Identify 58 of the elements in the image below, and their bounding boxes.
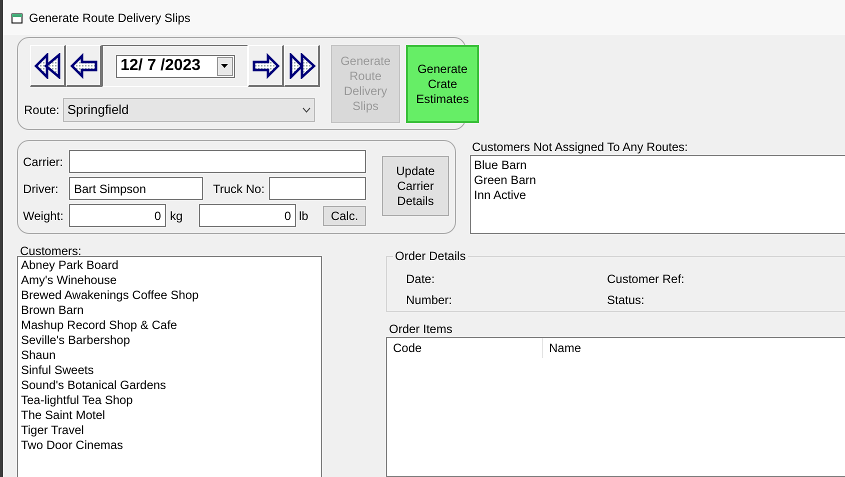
- list-item[interactable]: Green Barn: [474, 173, 845, 188]
- weight-kg-field[interactable]: 0: [69, 204, 166, 227]
- double-right-arrow-icon: [288, 52, 316, 78]
- list-item[interactable]: Mashup Record Shop & Cafe: [21, 318, 321, 333]
- driver-label: Driver:: [23, 180, 60, 198]
- last-button[interactable]: [284, 45, 320, 87]
- route-label: Route:: [24, 102, 60, 119]
- list-item[interactable]: Tea-lightful Tea Shop: [21, 393, 321, 408]
- weight-lb-field[interactable]: 0: [199, 204, 296, 227]
- first-button[interactable]: [30, 45, 66, 87]
- list-item[interactable]: The Saint Motel: [21, 408, 321, 423]
- double-left-arrow-icon: [34, 52, 62, 78]
- date-label: Date:: [406, 272, 436, 287]
- left-arrow-icon: [70, 52, 98, 78]
- truck-field[interactable]: [269, 177, 366, 200]
- list-item[interactable]: Tiger Travel: [21, 423, 321, 438]
- list-item[interactable]: Shaun: [21, 348, 321, 363]
- list-item[interactable]: Sound's Botanical Gardens: [21, 378, 321, 393]
- next-button[interactable]: [248, 45, 284, 87]
- list-item[interactable]: Seville's Barbershop: [21, 333, 321, 348]
- date-value: 12/ 7 /2023: [120, 56, 201, 76]
- dropdown-button[interactable]: [216, 56, 232, 76]
- right-arrow-icon: [252, 52, 280, 78]
- previous-button[interactable]: [66, 45, 102, 87]
- driver-field[interactable]: Bart Simpson: [69, 177, 203, 200]
- carrier-label: Carrier:: [23, 154, 64, 170]
- unassigned-list[interactable]: Blue Barn Green Barn Inn Active: [470, 155, 845, 234]
- unassigned-label: Customers Not Assigned To Any Routes:: [471, 140, 689, 155]
- list-item[interactable]: Abney Park Board: [21, 258, 321, 273]
- list-item[interactable]: Blue Barn: [474, 158, 845, 173]
- column-header[interactable]: Name: [543, 338, 845, 358]
- column-header[interactable]: Code: [387, 338, 543, 358]
- truck-label: Truck No:: [213, 180, 266, 198]
- list-item[interactable]: Amy's Winehouse: [21, 273, 321, 288]
- order-items-label: Order Items: [388, 322, 454, 337]
- weight-label: Weight:: [23, 208, 64, 224]
- caret-icon: [221, 64, 228, 68]
- customer-ref-label: Customer Ref:: [607, 272, 686, 287]
- window-icon: [11, 12, 23, 24]
- customers-label: Customers:: [19, 246, 82, 256]
- status-label: Status:: [607, 293, 646, 308]
- customers-list[interactable]: [17, 256, 322, 477]
- calc-button[interactable]: Calc.: [323, 206, 366, 226]
- unit-label: lb: [299, 208, 310, 224]
- update-carrier-button[interactable]: Update Carrier Details: [382, 156, 449, 216]
- route-select[interactable]: Springfield: [63, 98, 316, 122]
- chevron-icon: [302, 107, 312, 113]
- list-item[interactable]: Inn Active: [474, 188, 845, 203]
- list-item[interactable]: Brown Barn: [21, 303, 321, 318]
- number-label: Number:: [406, 293, 454, 308]
- carrier-field[interactable]: [69, 150, 366, 173]
- list-item[interactable]: Sinful Sweets: [21, 363, 321, 378]
- list-item[interactable]: Brewed Awakenings Coffee Shop: [21, 288, 321, 303]
- list-item[interactable]: Two Door Cinemas: [21, 438, 321, 453]
- window-title: Generate Route Delivery Slips: [29, 10, 190, 26]
- generate-button[interactable]: Generate Crate Estimates: [406, 45, 479, 123]
- date-field[interactable]: 12/ 7 /2023: [116, 54, 234, 78]
- unit-label: kg: [170, 208, 184, 224]
